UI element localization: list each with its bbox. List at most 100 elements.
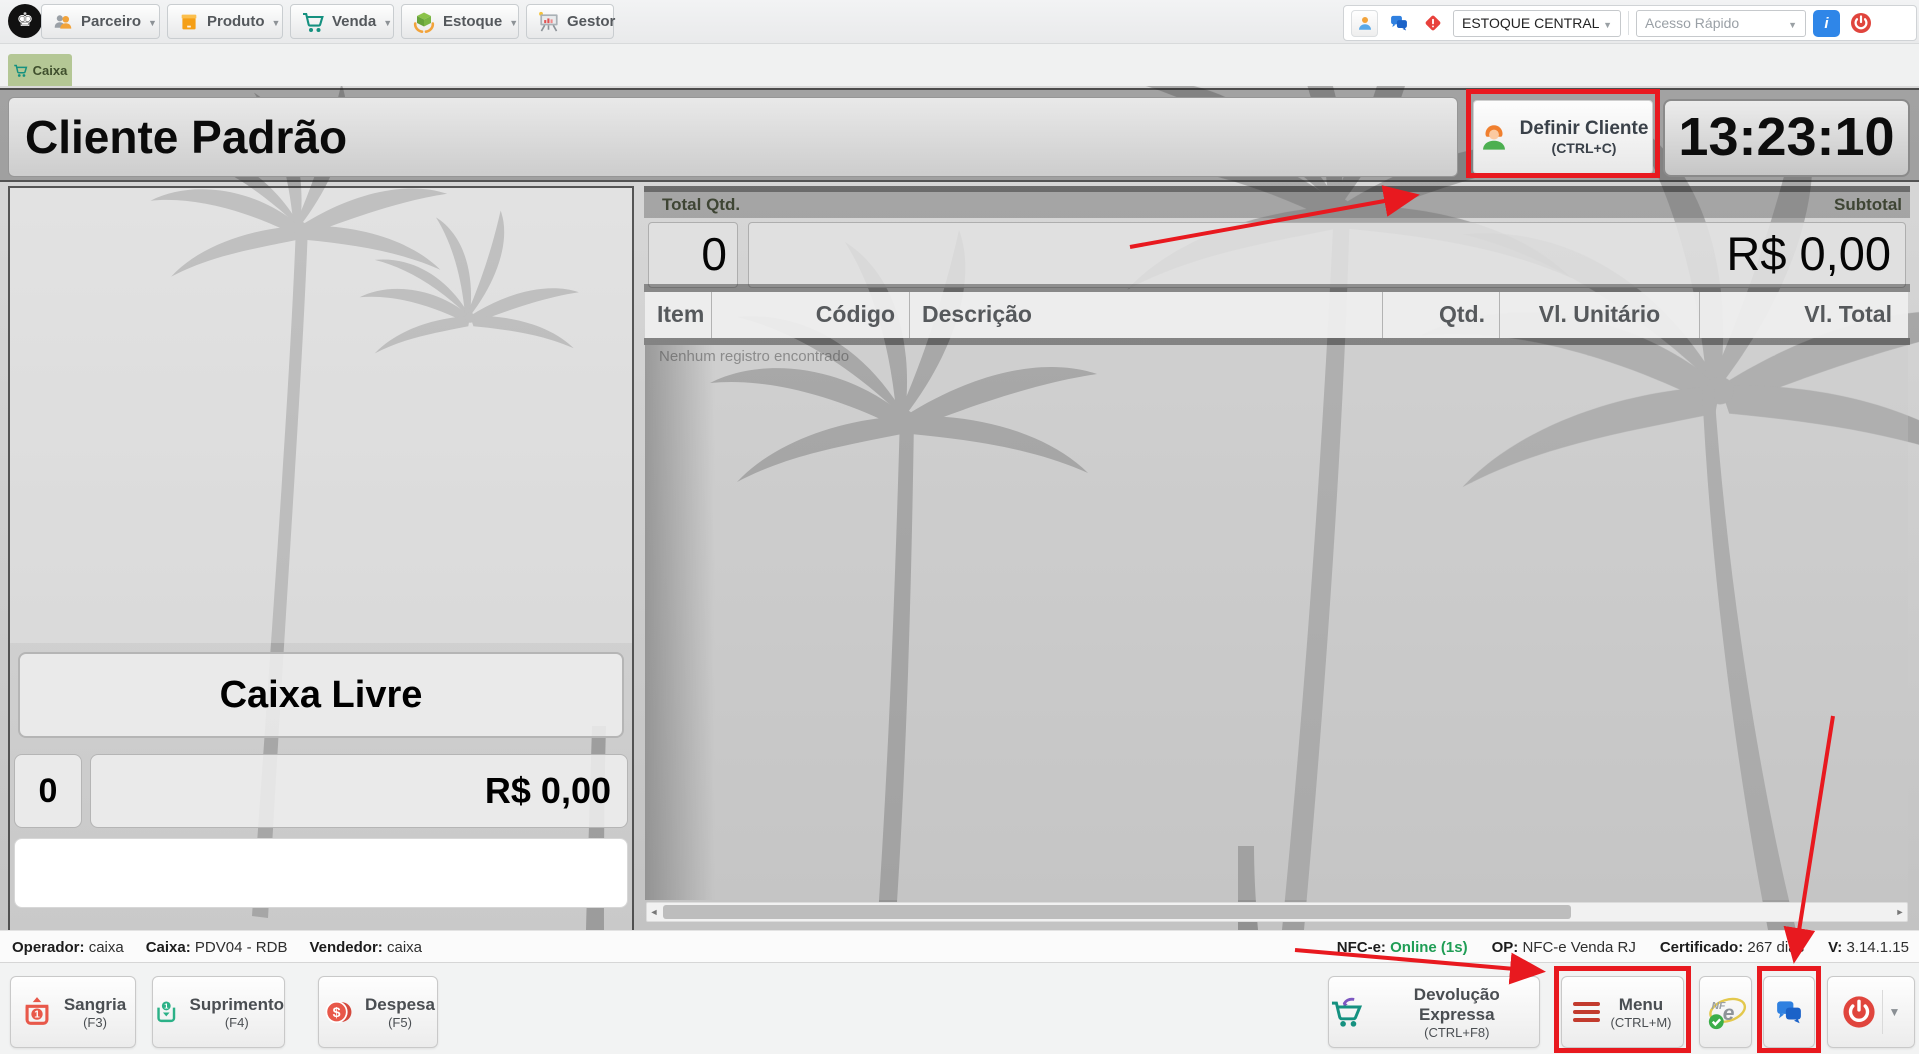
user-avatar-icon bbox=[1356, 14, 1374, 32]
scroll-left-arrow-icon[interactable] bbox=[647, 903, 661, 921]
sale-cart-icon bbox=[301, 10, 325, 34]
empty-table-message: Nenhum registro encontrado bbox=[659, 348, 849, 365]
client-avatar-icon bbox=[1478, 121, 1510, 153]
cashier-item-count: 0 bbox=[14, 754, 82, 828]
bottom-action-bar: 1 Sangria (F3) 1 Suprimento (F4) $ Despe… bbox=[0, 962, 1919, 1054]
tab-caixa[interactable]: Caixa bbox=[8, 54, 72, 86]
op-value: NFC-e Venda RJ bbox=[1522, 939, 1635, 956]
chevron-down-icon bbox=[1603, 15, 1612, 31]
alert-diamond-icon bbox=[1423, 13, 1443, 33]
partners-icon bbox=[52, 11, 74, 33]
totals-strip: Total Qtd. Subtotal bbox=[644, 192, 1910, 218]
top-menu-bar: ♚ Parceiro Produto Venda bbox=[0, 0, 1919, 44]
quick-access-select[interactable]: Acesso Rápido bbox=[1636, 10, 1806, 37]
app-logo-crown-icon[interactable]: ♚ bbox=[8, 4, 42, 38]
column-header-vl-total: Vl. Total bbox=[1700, 292, 1908, 338]
chevron-down-icon bbox=[1788, 15, 1797, 31]
cashier-value: PDV04 - RDB bbox=[195, 939, 288, 956]
devolucao-expressa-button[interactable]: Devolução Expressa (CTRL+F8) bbox=[1328, 976, 1540, 1048]
menu-shortcut: (CTRL+M) bbox=[1610, 1015, 1671, 1030]
devolucao-label: Devolução Expressa bbox=[1375, 985, 1539, 1025]
subtotal-value: R$ 0,00 bbox=[748, 222, 1906, 288]
define-client-label: Definir Cliente bbox=[1520, 118, 1649, 140]
cart-icon bbox=[13, 63, 28, 78]
status-cashier: Caixa: PDV04 - RDB bbox=[146, 939, 288, 956]
nav-parceiro[interactable]: Parceiro bbox=[41, 4, 160, 39]
user-profile-button[interactable] bbox=[1351, 10, 1378, 37]
main-area: Cliente Padrão Definir Cliente (CTRL+C) … bbox=[0, 86, 1919, 930]
store-select[interactable]: ESTOQUE CENTRAL bbox=[1453, 10, 1621, 37]
support-chat-button[interactable] bbox=[1763, 976, 1815, 1048]
svg-text:$: $ bbox=[333, 1005, 341, 1021]
total-qty-label: Total Qtd. bbox=[662, 195, 740, 215]
chat-button[interactable] bbox=[1385, 10, 1412, 37]
operator-value: caixa bbox=[89, 939, 124, 956]
column-header-item: Item bbox=[645, 292, 712, 338]
logout-button[interactable] bbox=[1847, 10, 1874, 37]
divider bbox=[1628, 11, 1629, 35]
certificate-value: 267 dias bbox=[1747, 939, 1804, 956]
cashier-panel-image bbox=[10, 188, 632, 643]
seller-value: caixa bbox=[387, 939, 422, 956]
stock-cube-icon bbox=[412, 10, 436, 34]
status-op: OP: NFC-e Venda RJ bbox=[1492, 939, 1636, 956]
nav-estoque-label: Estoque bbox=[443, 13, 502, 30]
info-button[interactable]: i bbox=[1813, 10, 1840, 37]
status-operator: Operador: caixa bbox=[12, 939, 124, 956]
version-value: 3.14.1.15 bbox=[1846, 939, 1909, 956]
product-input-box[interactable] bbox=[14, 838, 628, 908]
horizontal-scrollbar[interactable] bbox=[646, 902, 1908, 922]
suprimento-shortcut: (F4) bbox=[190, 1015, 284, 1030]
menu-button[interactable]: Menu (CTRL+M) bbox=[1561, 976, 1684, 1048]
nav-parceiro-label: Parceiro bbox=[81, 13, 141, 30]
clock-display: 13:23:10 bbox=[1663, 99, 1910, 177]
chat-bubbles-icon bbox=[1389, 13, 1409, 33]
menu-label: Menu bbox=[1610, 995, 1671, 1015]
nav-venda-label: Venda bbox=[332, 13, 376, 30]
nav-produto[interactable]: Produto bbox=[167, 4, 283, 39]
nav-produto-label: Produto bbox=[207, 13, 265, 30]
total-qty-value: 0 bbox=[648, 222, 738, 288]
despesa-shortcut: (F5) bbox=[365, 1015, 435, 1030]
column-header-descricao: Descrição bbox=[910, 292, 1383, 338]
sangria-button[interactable]: 1 Sangria (F3) bbox=[10, 976, 136, 1048]
nfe-logo-icon: NFe bbox=[1705, 991, 1747, 1033]
items-table-header: Item Código Descrição Qtd. Vl. Unitário … bbox=[645, 292, 1908, 338]
nav-estoque[interactable]: Estoque bbox=[401, 4, 519, 39]
cashier-total: R$ 0,00 bbox=[90, 754, 628, 828]
despesa-button[interactable]: $ Despesa (F5) bbox=[318, 976, 438, 1048]
op-label: OP: bbox=[1492, 939, 1519, 956]
chevron-down-icon bbox=[272, 13, 281, 30]
svg-text:1: 1 bbox=[34, 1010, 40, 1021]
nfe-status-button[interactable]: NFe bbox=[1699, 976, 1752, 1048]
divider bbox=[1882, 990, 1883, 1034]
nfce-status-value: Online (1s) bbox=[1390, 939, 1468, 956]
nav-gestor[interactable]: Gestor bbox=[526, 4, 614, 39]
quick-access-panel: ESTOQUE CENTRAL Acesso Rápido i bbox=[1343, 5, 1917, 41]
despesa-label: Despesa bbox=[365, 995, 435, 1015]
chevron-down-icon[interactable] bbox=[1889, 1003, 1901, 1021]
scroll-right-arrow-icon[interactable] bbox=[1893, 903, 1907, 921]
exit-button[interactable] bbox=[1827, 976, 1915, 1048]
suprimento-button[interactable]: 1 Suprimento (F4) bbox=[152, 976, 285, 1048]
cashier-panel: Caixa Livre 0 R$ 0,00 bbox=[8, 186, 634, 930]
certificate-label: Certificado: bbox=[1660, 939, 1743, 956]
dashboard-easel-icon bbox=[537, 10, 560, 33]
alerts-button[interactable] bbox=[1419, 10, 1446, 37]
client-strip: Cliente Padrão Definir Cliente (CTRL+C) … bbox=[0, 88, 1919, 182]
suprimento-label: Suprimento bbox=[190, 995, 284, 1015]
chevron-down-icon bbox=[148, 13, 157, 30]
product-box-icon bbox=[178, 11, 200, 33]
status-version: V: 3.14.1.15 bbox=[1828, 939, 1909, 956]
column-header-vl-unitario: Vl. Unitário bbox=[1500, 292, 1700, 338]
svg-text:1: 1 bbox=[164, 1002, 169, 1011]
nav-venda[interactable]: Venda bbox=[290, 4, 394, 39]
expense-coins-icon: $ bbox=[321, 995, 355, 1029]
cashier-status: Caixa Livre bbox=[18, 652, 624, 738]
sangria-label: Sangria bbox=[64, 995, 126, 1015]
pos-screen: ♚ Parceiro Produto Venda bbox=[0, 0, 1919, 1054]
define-client-shortcut: (CTRL+C) bbox=[1520, 140, 1649, 156]
scrollbar-thumb[interactable] bbox=[663, 905, 1571, 919]
tab-caixa-label: Caixa bbox=[33, 63, 68, 78]
define-client-button[interactable]: Definir Cliente (CTRL+C) bbox=[1473, 100, 1653, 174]
